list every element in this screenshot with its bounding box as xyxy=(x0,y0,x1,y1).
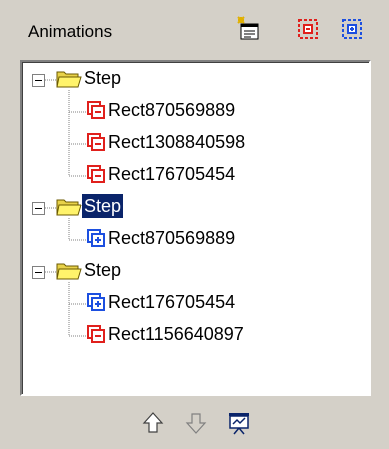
exit-animation-icon xyxy=(87,101,105,119)
tree-exit-animation-node[interactable]: Rect1308840598 xyxy=(86,128,247,156)
panel-title: Animations xyxy=(28,22,113,41)
tree-step-node[interactable]: Step xyxy=(56,192,125,220)
preview-presentation-button[interactable] xyxy=(224,408,254,438)
tree-exit-animation-node[interactable]: Rect870569889 xyxy=(86,96,237,124)
tree-step-node[interactable]: Step xyxy=(56,64,123,92)
animation-target-label: Rect870569889 xyxy=(108,100,236,120)
animation-tree[interactable]: Step Rect870569889 Rect1308840598 Rect17670… xyxy=(20,60,371,396)
folder-icon xyxy=(56,71,82,88)
tree-exit-animation-node[interactable]: Rect1156640897 xyxy=(86,320,246,348)
tree-exit-animation-node[interactable]: Rect176705454 xyxy=(86,160,237,188)
tree-entrance-animation-node[interactable]: Rect870569889 xyxy=(86,224,237,252)
exit-animation-icon xyxy=(87,133,105,151)
panel-header: Animations xyxy=(0,0,389,62)
panel-footer xyxy=(0,398,389,449)
add-step-icon xyxy=(237,16,259,40)
step-label: Step xyxy=(80,193,125,219)
collapse-toggle[interactable] xyxy=(32,266,45,279)
exit-animation-icon xyxy=(87,325,105,343)
move-up-button[interactable] xyxy=(138,408,168,438)
animation-target-label: Rect176705454 xyxy=(108,164,236,184)
tree-step-node[interactable]: Step xyxy=(56,256,123,284)
folder-icon xyxy=(56,199,82,216)
animation-target-label: Rect176705454 xyxy=(108,292,236,312)
add-exit-animation-icon xyxy=(298,19,318,39)
collapse-toggle[interactable] xyxy=(32,202,45,215)
add-step-button[interactable] xyxy=(234,14,264,44)
add-exit-animation-button[interactable] xyxy=(293,14,323,44)
step-label: Step xyxy=(84,260,122,280)
tree-entrance-animation-node[interactable]: Rect176705454 xyxy=(86,288,237,316)
animation-target-label: Rect1308840598 xyxy=(108,132,246,152)
move-up-icon xyxy=(142,412,164,433)
entrance-animation-icon xyxy=(87,229,105,247)
move-down-button[interactable] xyxy=(181,408,211,438)
move-down-icon xyxy=(185,413,207,434)
animation-target-label: Rect1156640897 xyxy=(108,324,244,344)
step-label: Step xyxy=(84,68,122,88)
add-entrance-animation-icon xyxy=(342,19,362,39)
animation-target-label: Rect870569889 xyxy=(108,228,236,248)
folder-icon xyxy=(56,263,82,280)
entrance-animation-icon xyxy=(87,293,105,311)
collapse-toggle[interactable] xyxy=(32,74,45,87)
preview-presentation-icon xyxy=(229,413,249,435)
add-entrance-animation-button[interactable] xyxy=(337,14,367,44)
exit-animation-icon xyxy=(87,165,105,183)
